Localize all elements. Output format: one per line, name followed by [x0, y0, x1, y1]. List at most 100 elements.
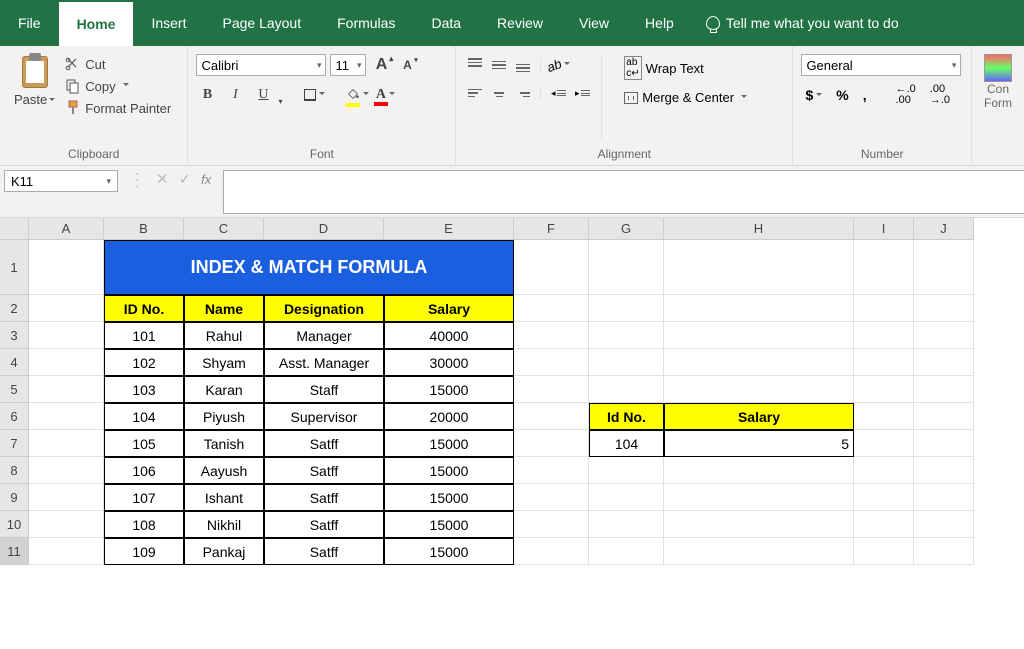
- cell-I8[interactable]: [854, 457, 914, 484]
- cell-C11[interactable]: Pankaj: [184, 538, 264, 565]
- cell-C5[interactable]: Karan: [184, 376, 264, 403]
- align-top-button[interactable]: [464, 54, 486, 76]
- cell-F6[interactable]: [514, 403, 589, 430]
- row-header-4[interactable]: 4: [0, 349, 29, 376]
- tab-file[interactable]: File: [0, 0, 59, 46]
- cell-C3[interactable]: Rahul: [184, 322, 264, 349]
- cell-I6[interactable]: [854, 403, 914, 430]
- formula-input[interactable]: [223, 170, 1024, 214]
- number-format-select[interactable]: General▾: [801, 54, 961, 76]
- format-painter-button[interactable]: Format Painter: [61, 98, 175, 118]
- tab-data[interactable]: Data: [413, 0, 479, 46]
- cell-D11[interactable]: Satff: [264, 538, 384, 565]
- cell-C4[interactable]: Shyam: [184, 349, 264, 376]
- cell-I5[interactable]: [854, 376, 914, 403]
- cell-D5[interactable]: Staff: [264, 376, 384, 403]
- cell-H3[interactable]: [664, 322, 854, 349]
- column-header-E[interactable]: E: [384, 218, 514, 240]
- tell-me-search[interactable]: Tell me what you want to do: [692, 0, 913, 46]
- cell-B10[interactable]: 108: [104, 511, 184, 538]
- underline-button[interactable]: U: [252, 84, 274, 106]
- cell-I10[interactable]: [854, 511, 914, 538]
- cell-B8[interactable]: 106: [104, 457, 184, 484]
- spreadsheet-grid[interactable]: ABCDEFGHIJ 1234567891011 INDEX & MATCH F…: [0, 218, 1024, 649]
- cell-F1[interactable]: [514, 240, 589, 295]
- cell-G3[interactable]: [589, 322, 664, 349]
- cell-I11[interactable]: [854, 538, 914, 565]
- cell-J6[interactable]: [914, 403, 974, 430]
- cell-A8[interactable]: [29, 457, 104, 484]
- cell-I9[interactable]: [854, 484, 914, 511]
- cell-D8[interactable]: Satff: [264, 457, 384, 484]
- cell-E4[interactable]: 30000: [384, 349, 514, 376]
- cell-F9[interactable]: [514, 484, 589, 511]
- cell-J2[interactable]: [914, 295, 974, 322]
- column-header-B[interactable]: B: [104, 218, 184, 240]
- cell-G4[interactable]: [589, 349, 664, 376]
- cell-B3[interactable]: 101: [104, 322, 184, 349]
- tab-formulas[interactable]: Formulas: [319, 0, 413, 46]
- cell-I1[interactable]: [854, 240, 914, 295]
- cell-H9[interactable]: [664, 484, 854, 511]
- tab-home[interactable]: Home: [59, 0, 134, 46]
- cell-E8[interactable]: 15000: [384, 457, 514, 484]
- cell-J7[interactable]: [914, 430, 974, 457]
- cell-H10[interactable]: [664, 511, 854, 538]
- conditional-formatting-button[interactable]: Con Form: [980, 50, 1016, 114]
- cell-H6[interactable]: Salary: [664, 403, 854, 430]
- cell-B11[interactable]: 109: [104, 538, 184, 565]
- accounting-format-button[interactable]: $: [801, 85, 826, 105]
- cell-E5[interactable]: 15000: [384, 376, 514, 403]
- select-all-corner[interactable]: [0, 218, 29, 240]
- cell-C9[interactable]: Ishant: [184, 484, 264, 511]
- cell-A9[interactable]: [29, 484, 104, 511]
- cell-I7[interactable]: [854, 430, 914, 457]
- cell-H11[interactable]: [664, 538, 854, 565]
- cell-J3[interactable]: [914, 322, 974, 349]
- cell-G1[interactable]: [589, 240, 664, 295]
- cell-E2[interactable]: Salary: [384, 295, 514, 322]
- paste-button[interactable]: Paste: [8, 50, 61, 143]
- orientation-button[interactable]: ab: [547, 54, 569, 76]
- cell-F2[interactable]: [514, 295, 589, 322]
- column-header-A[interactable]: A: [29, 218, 104, 240]
- column-header-G[interactable]: G: [589, 218, 664, 240]
- cell-F10[interactable]: [514, 511, 589, 538]
- tab-page-layout[interactable]: Page Layout: [204, 0, 319, 46]
- enter-formula-button[interactable]: ✓: [179, 170, 192, 188]
- cell-E9[interactable]: 15000: [384, 484, 514, 511]
- column-header-I[interactable]: I: [854, 218, 914, 240]
- cell-A5[interactable]: [29, 376, 104, 403]
- cell-G8[interactable]: [589, 457, 664, 484]
- column-header-H[interactable]: H: [664, 218, 854, 240]
- fx-button[interactable]: fx: [201, 172, 211, 187]
- cell-E3[interactable]: 40000: [384, 322, 514, 349]
- cell-A3[interactable]: [29, 322, 104, 349]
- cell-B5[interactable]: 103: [104, 376, 184, 403]
- cell-I2[interactable]: [854, 295, 914, 322]
- cell-J1[interactable]: [914, 240, 974, 295]
- percent-format-button[interactable]: %: [832, 85, 852, 105]
- cell-E10[interactable]: 15000: [384, 511, 514, 538]
- fill-color-button[interactable]: [346, 84, 368, 106]
- cut-button[interactable]: Cut: [61, 54, 175, 74]
- cell-A6[interactable]: [29, 403, 104, 430]
- cell-J10[interactable]: [914, 511, 974, 538]
- cell-D3[interactable]: Manager: [264, 322, 384, 349]
- align-left-button[interactable]: [464, 82, 486, 104]
- cell-H1[interactable]: [664, 240, 854, 295]
- cell-E7[interactable]: 15000: [384, 430, 514, 457]
- cell-C8[interactable]: Aayush: [184, 457, 264, 484]
- cell-C7[interactable]: Tanish: [184, 430, 264, 457]
- cell-J8[interactable]: [914, 457, 974, 484]
- cell-B7[interactable]: 105: [104, 430, 184, 457]
- cell-H8[interactable]: [664, 457, 854, 484]
- align-right-button[interactable]: [512, 82, 534, 104]
- cell-I4[interactable]: [854, 349, 914, 376]
- cell-H7[interactable]: 5: [664, 430, 854, 457]
- comma-format-button[interactable]: ,: [859, 85, 871, 105]
- name-box[interactable]: K11▾: [4, 170, 118, 192]
- cell-A4[interactable]: [29, 349, 104, 376]
- cell-G9[interactable]: [589, 484, 664, 511]
- column-header-D[interactable]: D: [264, 218, 384, 240]
